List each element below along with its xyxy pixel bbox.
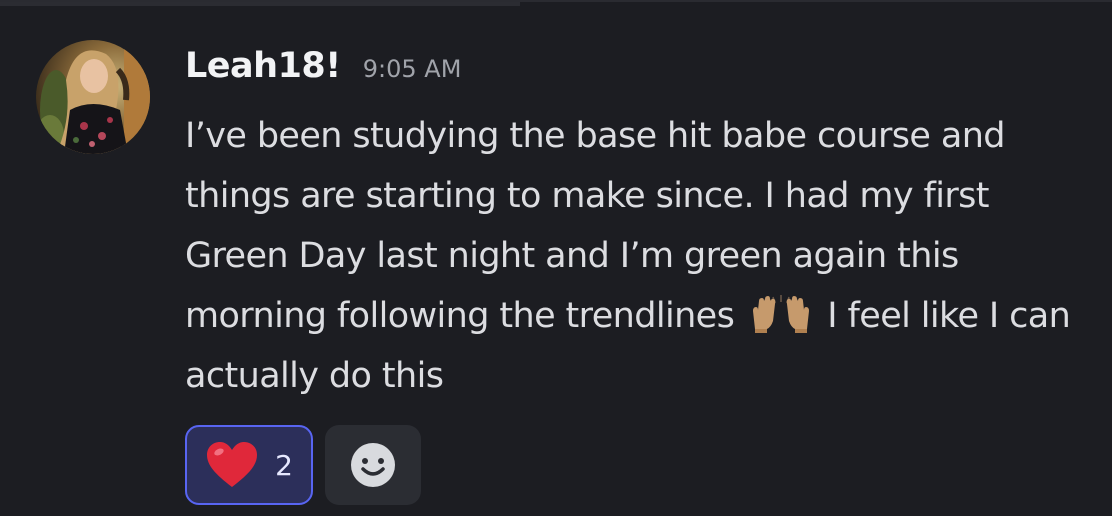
top-border-shade <box>0 2 520 6</box>
reaction-count: 2 <box>275 448 293 482</box>
raising-hands-icon <box>749 292 813 333</box>
timestamp: 9:05 AM <box>362 55 462 83</box>
message-content: Leah18! 9:05 AM I’ve been studying the b… <box>185 46 1095 406</box>
avatar-photo <box>36 40 150 154</box>
avatar[interactable] <box>36 40 150 154</box>
add-reaction-button[interactable] <box>325 425 421 505</box>
username[interactable]: Leah18! <box>185 46 341 86</box>
message-header: Leah18! 9:05 AM <box>185 46 1095 102</box>
smiley-icon <box>351 443 395 487</box>
heart-icon <box>207 442 258 487</box>
reaction-heart-button[interactable]: 2 <box>185 425 313 505</box>
message-body: I’ve been studying the base hit babe cou… <box>185 106 1095 406</box>
reactions-bar: 2 <box>185 425 421 505</box>
chat-message-screenshot: Leah18! 9:05 AM I’ve been studying the b… <box>0 0 1112 516</box>
